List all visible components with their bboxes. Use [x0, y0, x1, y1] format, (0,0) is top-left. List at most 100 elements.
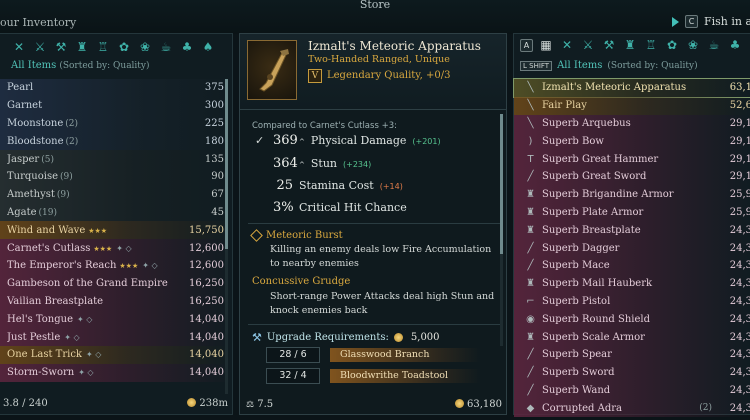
store-list-item[interactable]: ⌐ Superb Pistol 24,3 — [514, 292, 750, 311]
list-item[interactable]: Bloodstone (2) 180 — [0, 132, 232, 151]
list-item[interactable]: Moonstone (2) 225 — [0, 114, 232, 133]
list-item[interactable]: Vailian Breastplate 16,250 — [0, 292, 232, 311]
sort-subtitle: (Sorted by: Quality) — [59, 61, 150, 71]
item-value: 135 — [204, 153, 224, 165]
item-quantity: (9) — [60, 172, 73, 183]
list-item[interactable]: Garnet 300 — [0, 96, 232, 115]
misc-category-icon[interactable]: ✿ — [116, 40, 132, 54]
scroll-thumb[interactable] — [225, 79, 228, 249]
tools-category-icon[interactable]: ⚒ — [53, 40, 69, 54]
list-item[interactable]: Storm-Sworn ✦ ◇ 14,040 — [0, 363, 232, 382]
store-list-item[interactable]: ╱ Superb Sword 24,3 — [514, 363, 750, 382]
item-value: 67 — [211, 189, 224, 201]
list-item[interactable]: Amethyst (9) 67 — [0, 185, 232, 204]
store-list-item[interactable]: ╲ Izmalt's Meteoric Apparatus 63,1 — [513, 78, 750, 98]
trinkets-category-icon[interactable]: ❀ — [137, 40, 153, 54]
item-type-icon: ╱ — [527, 171, 534, 183]
item-quality: Legendary Quality, +0/3 — [327, 70, 451, 81]
perk-concussive-grudge: Concussive Grudge — [252, 276, 350, 287]
inventory-sort-label[interactable]: All Items (Sorted by: Quality) — [11, 60, 150, 71]
item-name: Storm-Sworn ✦ ◇ — [7, 367, 94, 379]
item-name: Moonstone (2) — [7, 117, 78, 129]
store-list-item[interactable]: ╱ Superb Wand 24,3 — [514, 381, 750, 400]
perk-description: Killing an enemy deals low Fire Accumula… — [270, 244, 492, 269]
store-list-item[interactable]: ╱ Superb Mace 24,3 — [514, 256, 750, 275]
store-sort-label[interactable]: L SHIFT All Items (Sorted by: Quality) — [520, 60, 698, 71]
store-list-item[interactable]: ╱ Superb Spear 24,3 — [514, 345, 750, 364]
item-type-icon: ╱ — [527, 384, 534, 396]
tab-store[interactable]: Store — [340, 0, 410, 11]
food-category-icon[interactable]: ♣ — [727, 38, 743, 52]
list-item[interactable]: Gambeson of the Grand Empire 16,250 — [0, 274, 232, 293]
clothing-category-icon[interactable]: ♜ — [622, 38, 638, 52]
upgrade-cost: 5,000 — [410, 332, 440, 343]
carry-weight: 3.8 / 240 — [3, 398, 48, 409]
inventory-scrollbar[interactable] — [225, 79, 228, 394]
list-item[interactable]: Carnet's Cutlass ★★★ ✦ ◇ 12,600 — [0, 239, 232, 257]
list-item[interactable]: Turquoise (9) 90 — [0, 167, 232, 186]
item-quantity: (5) — [41, 154, 54, 165]
item-type-icon: ◉ — [526, 313, 535, 325]
store-list-item[interactable]: T Superb Great Hammer 29,1 — [514, 150, 750, 168]
list-item[interactable]: Jasper (5) 135 — [0, 150, 232, 168]
food-category-icon[interactable]: ♠ — [200, 40, 216, 54]
item-name: Jasper (5) — [7, 153, 54, 165]
item-portrait — [247, 40, 297, 100]
item-type-icon: ╲ — [527, 117, 534, 129]
item-value: 29,1 — [729, 153, 750, 165]
list-item[interactable]: Just Pestle ✦ ◇ 14,040 — [0, 328, 232, 346]
item-value: 14,040 — [189, 331, 224, 343]
stat-label: Critical Hit Chance — [299, 201, 407, 214]
upgrade-requirements: ⚒ Upgrade Requirements: 5,000 — [252, 331, 440, 344]
list-item[interactable]: One Last Trick ✦ ◇ 14,040 — [0, 345, 232, 364]
store-list-item[interactable]: ╲ Superb Arquebus 29,1 — [514, 114, 750, 133]
misc-category-icon[interactable]: ✿ — [664, 38, 680, 52]
store-list-item[interactable]: ╱ Superb Great Sword 29,1 — [514, 167, 750, 186]
item-detail-panel: Izmalt's Meteoric Apparatus Two-Handed R… — [239, 33, 507, 415]
weapons-category-icon[interactable]: ⚔ — [32, 40, 48, 54]
weapons-category-icon[interactable]: ✕ — [559, 38, 575, 52]
all-items-category-icon[interactable]: ✕ — [11, 40, 27, 54]
prev-category-key[interactable]: A — [520, 38, 533, 52]
potions-category-icon[interactable]: ♣ — [179, 40, 195, 54]
list-item[interactable]: Wind and Wave ★★★ 15,750 — [0, 221, 232, 240]
item-quantity: (19) — [38, 207, 58, 218]
store-list-item[interactable]: ◉ Superb Round Shield 24,3 — [514, 310, 750, 329]
store-list-item[interactable]: ╲ Fair Play 52,6 — [514, 96, 750, 115]
store-list-item[interactable]: ♜ Superb Breastplate 24,3 — [514, 221, 750, 240]
detail-scrollbar[interactable] — [500, 114, 503, 346]
store-list-item[interactable]: ♜ Superb Plate Armor 25,9 — [514, 203, 750, 222]
list-item[interactable]: The Emperor's Reach ★★★ ✦ ◇ 12,600 — [0, 256, 232, 275]
store-list-item[interactable]: ♜ Superb Scale Armor 24,3 — [514, 328, 750, 346]
lamp-category-icon[interactable]: ☕ — [158, 40, 174, 54]
potions-category-icon[interactable]: ☕ — [706, 38, 722, 52]
armor-category-icon[interactable]: ⚒ — [601, 38, 617, 52]
lamp-category-icon[interactable]: ❀ — [685, 38, 701, 52]
weight-icon: ⚖ — [246, 400, 255, 410]
scroll-thumb[interactable] — [500, 114, 503, 254]
trinkets-category-icon[interactable]: ♖ — [643, 38, 659, 52]
item-name: Carnet's Cutlass ★★★ ✦ ◇ — [7, 242, 132, 254]
list-item[interactable]: Agate (19) 45 — [0, 203, 232, 222]
store-list-item[interactable]: ♜ Superb Brigandine Armor 25,9 — [514, 185, 750, 204]
store-list-item[interactable]: ) Superb Bow 29,1 — [514, 132, 750, 151]
list-item[interactable]: Pearl 375 — [0, 79, 232, 97]
all-items-category-icon[interactable]: ▦ — [538, 38, 554, 52]
item-type-icon: ♜ — [526, 206, 535, 218]
inventory-title: our Inventory — [0, 16, 77, 29]
armor-category-icon[interactable]: ♜ — [74, 40, 90, 54]
stat-value: 369 — [273, 133, 298, 148]
list-item[interactable]: Hel's Tongue ✦ ◇ 14,040 — [0, 310, 232, 329]
item-value: 16,250 — [189, 278, 224, 290]
item-value: 15,750 — [189, 224, 224, 236]
item-type-icon: ◆ — [526, 402, 535, 414]
store-list-item[interactable]: ♜ Superb Mail Hauberk 24,3 — [514, 274, 750, 293]
item-quantity: (2) — [65, 136, 79, 147]
tools-category-icon[interactable]: ⚔ — [580, 38, 596, 52]
clothing-category-icon[interactable]: ♖ — [95, 40, 111, 54]
item-value: 24,3 — [729, 331, 750, 343]
perk-title: Meteoric Burst — [266, 230, 343, 241]
store-list-item[interactable]: ◆ Corrupted Adra (2) 24,3 — [514, 399, 750, 418]
store-list-item[interactable]: ╱ Superb Dagger 24,3 — [514, 239, 750, 257]
fish-button[interactable]: C Fish in a — [672, 15, 750, 28]
